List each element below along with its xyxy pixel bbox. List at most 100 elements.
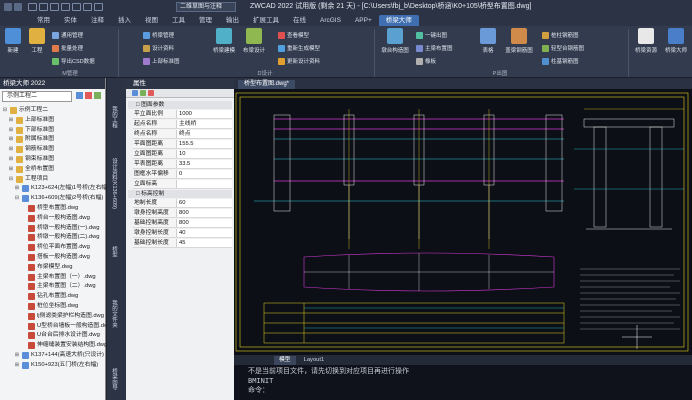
tree-item[interactable]: lj侧滤类梁护栏构造图.dwg: [20, 312, 104, 321]
tab-arcgis[interactable]: ArcGIS: [313, 15, 348, 26]
general-manage-button[interactable]: 通用管理: [52, 30, 83, 40]
tab-online[interactable]: 在线: [286, 15, 313, 26]
property-value[interactable]: [177, 180, 232, 188]
update-data-button[interactable]: 更新设计资料: [278, 56, 320, 66]
tree-item[interactable]: ⊞ 附属标准图: [8, 135, 54, 144]
expand-toggle-icon[interactable]: ⊞: [8, 145, 14, 154]
export-csd-button[interactable]: 导出CSD数据: [52, 56, 95, 66]
expand-toggle-icon[interactable]: ⊟: [8, 175, 14, 184]
tab-common[interactable]: 常用: [30, 15, 57, 26]
tab-extension-tools[interactable]: 扩展工具: [246, 15, 286, 26]
tree-item[interactable]: ⊞ K123+624(左幅)1号桥(左右幅): [14, 184, 109, 193]
tree-item[interactable]: 桥墩一般构造图(二).dwg: [20, 233, 99, 242]
tab-tools[interactable]: 工具: [165, 15, 192, 26]
property-row[interactable]: 立面图距离 10: [133, 150, 232, 159]
cap-beam-rebar-button[interactable]: 盖梁钢筋图: [502, 28, 536, 54]
column-base-rebar-button[interactable]: 柱基钢筋图: [542, 56, 579, 66]
one-key-drawing-button[interactable]: 一键出图: [416, 30, 447, 40]
tree-item[interactable]: 搭板一般构造图.dwg: [20, 253, 90, 262]
tree-item[interactable]: 布梁模型.dwg: [20, 263, 72, 272]
property-value[interactable]: 10: [177, 150, 232, 158]
vtab-bridge-type[interactable]: 桥型: [110, 246, 118, 257]
tab-insert[interactable]: 插入: [111, 15, 138, 26]
open-icon[interactable]: [39, 3, 48, 11]
layout-tab-layout1[interactable]: Layout1: [299, 356, 330, 365]
property-row[interactable]: 基础控制长度 45: [133, 239, 232, 248]
property-row[interactable]: 起点名称 主线桥: [133, 120, 232, 129]
tree-item[interactable]: ⊟ K136+609(左幅)2号桥(右幅): [14, 194, 103, 203]
property-value[interactable]: 33.5: [177, 160, 232, 168]
cad-drawing[interactable]: [234, 89, 692, 355]
expand-toggle-icon[interactable]: ⊞: [14, 361, 20, 370]
expand-toggle-icon[interactable]: ⊞: [14, 351, 20, 360]
layout-tab-model[interactable]: 模型: [274, 355, 296, 365]
expand-toggle-icon[interactable]: ⊞: [8, 116, 14, 125]
property-row[interactable]: 平表图距离 33.5: [133, 160, 232, 169]
slab-button[interactable]: 橡板: [416, 56, 436, 66]
add-icon[interactable]: [94, 92, 101, 99]
save-icon[interactable]: [50, 3, 59, 11]
expand-toggle-icon[interactable]: ⊞: [8, 126, 14, 135]
property-value[interactable]: 主线桥: [177, 120, 232, 128]
property-row[interactable]: 墩身控制高度 800: [133, 209, 232, 218]
light-abutment-rebar-button[interactable]: 轻型台钢筋图: [542, 43, 584, 53]
beam-design-button[interactable]: 布梁设计: [240, 28, 268, 54]
expand-toggle-icon[interactable]: ⊞: [8, 165, 14, 174]
property-row[interactable]: 基础控制高度 800: [133, 219, 232, 228]
property-value[interactable]: 800: [177, 209, 232, 217]
sort-icon[interactable]: [132, 90, 138, 96]
tree-item[interactable]: ⊞ K150+923(五门桥(左右幅): [14, 361, 98, 370]
batch-process-button[interactable]: 批量处理: [52, 43, 83, 53]
view-model-button[interactable]: 查看模型: [278, 30, 309, 40]
property-row[interactable]: 平面图距离 155.5: [133, 140, 232, 149]
vtab-my-folder[interactable]: 我的文件夹: [110, 300, 118, 328]
tab-annotate[interactable]: 注释: [84, 15, 111, 26]
tree-item[interactable]: ⊞ 下部标准图: [8, 126, 54, 135]
tree-item[interactable]: ⊞ 钢筋标准图: [8, 145, 54, 154]
redo-icon[interactable]: [94, 3, 103, 11]
property-row[interactable]: 平立面比例 1000: [133, 110, 232, 119]
property-value[interactable]: 60: [177, 199, 232, 207]
tree-item[interactable]: 主梁布置图（一）.dwg: [20, 273, 96, 282]
table-button[interactable]: 表格: [476, 28, 500, 54]
tab-bridge-master[interactable]: 桥梁大师: [378, 15, 419, 26]
tree-item[interactable]: 钻孔布置图.dwg: [20, 292, 78, 301]
category-icon[interactable]: [140, 90, 146, 96]
doc-tab-bridge-layout[interactable]: 桥型布置图.dwg*: [238, 80, 296, 89]
property-row[interactable]: 立面标高: [133, 180, 232, 189]
vtab-design-data[interactable]: 设计资料(K136+609): [110, 158, 118, 209]
expand-toggle-icon[interactable]: ⊞: [8, 155, 14, 164]
property-row[interactable]: 图框水平偏移 0: [133, 170, 232, 179]
tree-item[interactable]: ⊟ 示例工程二: [2, 106, 48, 115]
new-button[interactable]: 新建: [2, 28, 24, 54]
tab-solid[interactable]: 实体: [57, 15, 84, 26]
close-icon[interactable]: [148, 90, 154, 96]
tab-manage[interactable]: 管理: [192, 15, 219, 26]
tree-item[interactable]: ⊞ K137+144(高速大桥(只设计): [14, 351, 104, 360]
property-value[interactable]: 1000: [177, 110, 232, 118]
property-value[interactable]: 40: [177, 229, 232, 237]
property-row[interactable]: 终点名称 终点: [133, 130, 232, 139]
expand-toggle-icon[interactable]: ⊞: [14, 184, 20, 193]
bridge-model-button[interactable]: 桥梁建模: [210, 28, 238, 54]
new-icon[interactable]: [28, 3, 37, 11]
tab-view[interactable]: 视图: [138, 15, 165, 26]
tree-item[interactable]: U型桥台墙板一般构造图.dwg: [20, 322, 111, 331]
expand-toggle-icon[interactable]: ⊞: [8, 135, 14, 144]
bridge-master-button[interactable]: 桥梁大师: [662, 28, 690, 54]
property-value[interactable]: 终点: [177, 130, 232, 138]
tab-app-plus[interactable]: APP+: [348, 15, 379, 26]
tree-item[interactable]: 桥台一般构造图.dwg: [20, 214, 90, 223]
tree-item[interactable]: U台台后排水设计图.dwg: [20, 331, 100, 340]
pile-column-rebar-button[interactable]: 桩柱钢筋图: [542, 30, 579, 40]
upper-standard-button[interactable]: 上部标准图: [143, 56, 180, 66]
bridge-resources-button[interactable]: 桥梁资源: [632, 28, 660, 54]
tab-output[interactable]: 输出: [219, 15, 246, 26]
project-combo[interactable]: 示例工程二: [2, 91, 72, 102]
property-value[interactable]: 45: [177, 239, 232, 247]
property-value[interactable]: 0: [177, 170, 232, 178]
print-icon[interactable]: [72, 3, 81, 11]
section-elevation-control[interactable]: □ 标高控制: [128, 190, 232, 198]
design-data-button[interactable]: 设计资料: [143, 43, 174, 53]
vtab-my-project[interactable]: 我的工程: [110, 106, 118, 128]
